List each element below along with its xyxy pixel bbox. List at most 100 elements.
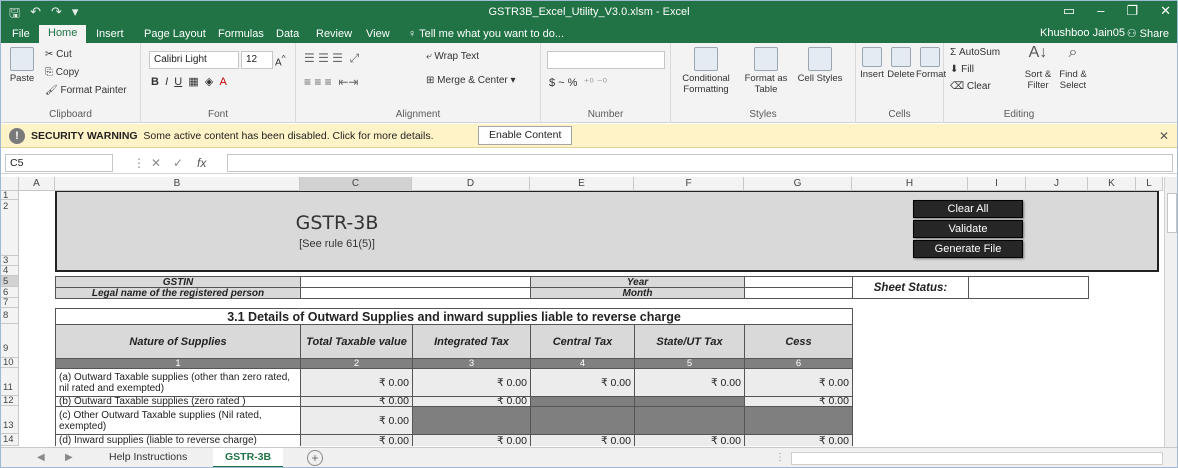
tell-me-box[interactable]: ♀ Tell me what you want to do...	[399, 26, 573, 42]
tab-data[interactable]: Data	[267, 26, 308, 42]
row-header[interactable]: 5	[1, 276, 19, 287]
year-input[interactable]	[744, 276, 853, 288]
autosum-button[interactable]: Σ AutoSum	[950, 47, 1000, 58]
amount-cell[interactable]: ₹ 0.00	[744, 434, 853, 446]
underline-icon[interactable]: U	[174, 76, 182, 88]
col-header[interactable]: J	[1026, 177, 1088, 191]
user-name[interactable]: Khushboo Jain05	[1040, 27, 1125, 39]
row-header[interactable]: 14	[1, 434, 19, 446]
amount-cell[interactable]: ₹ 0.00	[300, 406, 413, 435]
col-header[interactable]: I	[968, 177, 1026, 191]
tab-file[interactable]: File	[3, 26, 39, 42]
copy-button[interactable]: ⎘ Copy	[45, 67, 79, 78]
italic-icon[interactable]: I	[165, 76, 168, 88]
row-header[interactable]: 4	[1, 266, 19, 276]
amount-cell[interactable]: ₹ 0.00	[412, 434, 531, 446]
formula-input[interactable]	[227, 154, 1173, 172]
row-header[interactable]: 11	[1, 368, 19, 396]
more-options-icon[interactable]: ⋮	[775, 452, 785, 463]
name-box[interactable]: C5	[5, 154, 113, 172]
amount-cell[interactable]: ₹ 0.00	[634, 434, 745, 446]
align-horizontal-icons[interactable]: ≡ ≡ ≡ ⇤⇥	[304, 75, 358, 89]
prev-sheet-icon[interactable]: ◀	[37, 452, 45, 463]
merge-center-button[interactable]: ⊞ Merge & Center ▾	[426, 75, 516, 86]
enter-icon[interactable]: ✓	[173, 156, 183, 170]
horizontal-scrollbar[interactable]	[791, 452, 1163, 465]
format-cells-button[interactable]: Format	[916, 47, 946, 80]
col-header[interactable]: A	[19, 177, 55, 191]
col-header[interactable]: H	[852, 177, 968, 191]
delete-cells-button[interactable]: Delete	[886, 47, 916, 80]
amount-cell[interactable]: ₹ 0.00	[412, 396, 531, 407]
col-header[interactable]: L	[1136, 177, 1163, 191]
sheet-tab-help[interactable]: Help Instructions	[97, 448, 199, 467]
bold-icon[interactable]: B	[151, 76, 159, 88]
fill-button[interactable]: ⬇ Fill	[950, 64, 974, 75]
scrollbar-thumb[interactable]	[1167, 193, 1177, 233]
col-header[interactable]: F	[634, 177, 744, 191]
row-header[interactable]: 7	[1, 298, 19, 308]
paste-button[interactable]: Paste	[5, 47, 39, 84]
row-header[interactable]: 13	[1, 406, 19, 434]
vertical-scrollbar[interactable]	[1164, 177, 1177, 447]
col-header[interactable]: C	[300, 177, 412, 191]
gstin-input[interactable]	[300, 276, 531, 288]
security-text[interactable]: Some active content has been disabled. C…	[143, 130, 433, 142]
month-input[interactable]	[744, 287, 853, 299]
tab-insert[interactable]: Insert	[87, 26, 133, 42]
row-header[interactable]: 12	[1, 396, 19, 406]
amount-cell[interactable]: ₹ 0.00	[412, 368, 531, 397]
tab-page-layout[interactable]: Page Layout	[135, 26, 215, 42]
col-header[interactable]: G	[744, 177, 852, 191]
cell-styles-button[interactable]: Cell Styles	[795, 47, 845, 84]
col-header[interactable]: D	[412, 177, 530, 191]
amount-cell[interactable]: ₹ 0.00	[300, 368, 413, 397]
legal-name-input[interactable]	[300, 287, 531, 299]
close-icon[interactable]: ✕	[1159, 129, 1169, 143]
cancel-icon[interactable]: ✕	[151, 156, 161, 170]
tab-home[interactable]: Home	[39, 25, 87, 43]
clear-all-button[interactable]: Clear All	[913, 200, 1023, 218]
share-button[interactable]: ⚇ Share	[1127, 27, 1169, 40]
format-painter-button[interactable]: 🖌 Format Painter	[45, 85, 127, 96]
sort-filter-button[interactable]: A↓ Sort & Filter	[1022, 45, 1054, 92]
col-header[interactable]: K	[1088, 177, 1136, 191]
amount-cell[interactable]: ₹ 0.00	[530, 434, 635, 446]
format-as-table-button[interactable]: Format as Table	[739, 47, 793, 95]
tab-review[interactable]: Review	[307, 26, 361, 42]
add-sheet-icon[interactable]: +	[307, 450, 323, 466]
find-select-button[interactable]: ⌕ Find & Select	[1056, 45, 1090, 92]
font-size-combo[interactable]: 12	[241, 51, 273, 69]
amount-cell[interactable]: ₹ 0.00	[300, 396, 413, 407]
wrap-text-button[interactable]: ⤶ Wrap Text	[426, 51, 479, 62]
sheet-status-value[interactable]	[968, 276, 1089, 299]
insert-cells-button[interactable]: Insert	[858, 47, 886, 80]
col-header[interactable]: B	[55, 177, 300, 191]
minimize-icon[interactable]: –	[1097, 3, 1104, 19]
number-format-buttons[interactable]: $ ~ % ⁺⁰ ⁻⁰	[549, 76, 607, 89]
grow-font-icon[interactable]: A^	[275, 53, 286, 68]
font-color-icon[interactable]: A	[219, 76, 226, 88]
decimal-icons[interactable]: ⁺⁰ ⁻⁰	[584, 77, 608, 89]
worksheet-grid[interactable]: GSTR-3B [See rule 61(5)] Clear All Valid…	[19, 191, 1163, 446]
amount-cell[interactable]: ₹ 0.00	[634, 368, 745, 397]
amount-cell[interactable]: ₹ 0.00	[530, 368, 635, 397]
row-header[interactable]: 2	[1, 200, 19, 256]
tab-formulas[interactable]: Formulas	[209, 26, 273, 42]
restore-icon[interactable]: ❐	[1126, 3, 1138, 19]
sheet-tab-gstr3b[interactable]: GSTR-3B	[213, 448, 284, 467]
fill-color-icon[interactable]: ◈	[205, 76, 213, 88]
cut-button[interactable]: ✂ Cut	[45, 49, 72, 60]
borders-icon[interactable]: ▦	[188, 76, 198, 88]
validate-button[interactable]: Validate	[913, 220, 1023, 238]
font-name-combo[interactable]: Calibri Light	[149, 51, 239, 69]
next-sheet-icon[interactable]: ▶	[65, 452, 73, 463]
row-header[interactable]: 10	[1, 358, 19, 368]
row-header[interactable]: 1	[1, 191, 19, 200]
amount-cell[interactable]: ₹ 0.00	[744, 368, 853, 397]
close-icon[interactable]: ✕	[1160, 3, 1171, 19]
number-format-combo[interactable]	[547, 51, 665, 69]
select-all-corner[interactable]	[1, 177, 19, 191]
generate-file-button[interactable]: Generate File	[913, 240, 1023, 258]
insert-function-icon[interactable]: fx	[197, 156, 206, 170]
